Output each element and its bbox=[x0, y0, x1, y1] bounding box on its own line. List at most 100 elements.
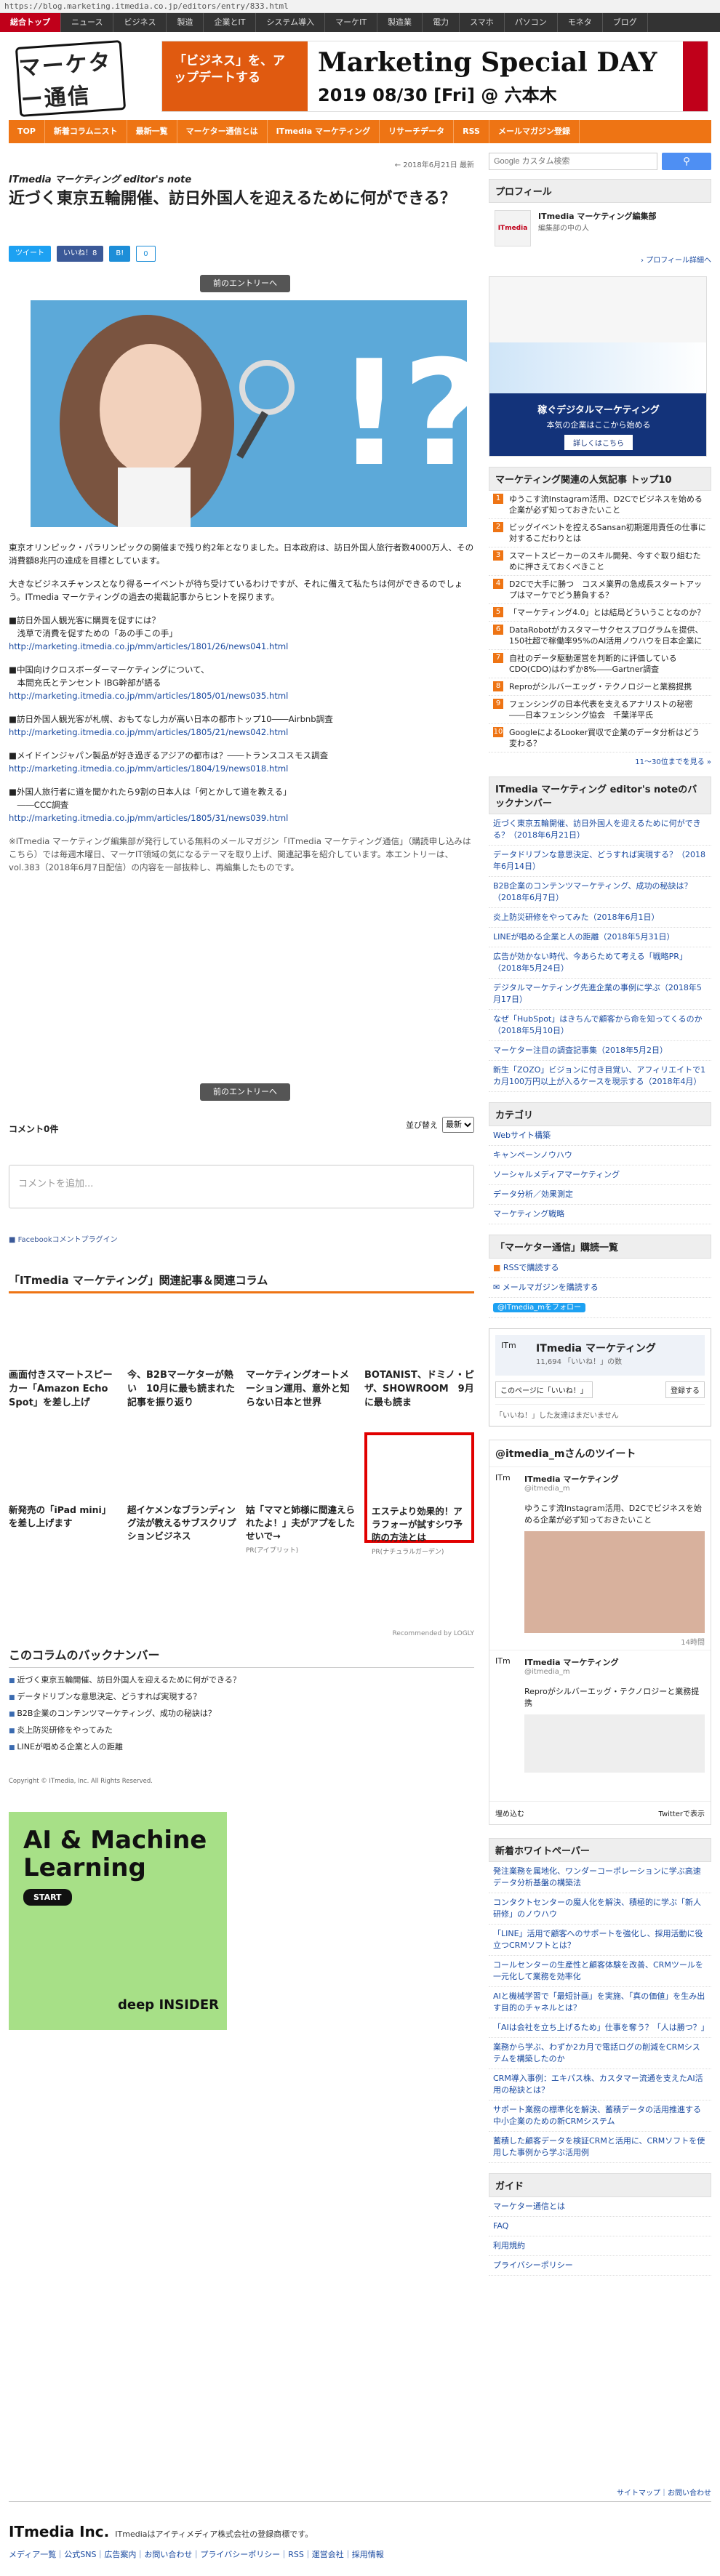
editor-note-item[interactable]: データドリブンな意思決定、どうすれば実現する？（2018年6月14日） bbox=[489, 846, 711, 877]
profile-more-link[interactable]: › プロフィール詳細へ bbox=[489, 254, 711, 265]
link-url[interactable]: http://marketing.itmedia.co.jp/mm/articl… bbox=[9, 727, 288, 737]
tw-name[interactable]: ITmedia マーケティング bbox=[524, 1473, 619, 1485]
guide-item[interactable]: 利用規約 bbox=[489, 2236, 711, 2256]
gnav-item[interactable]: 製造 bbox=[167, 13, 204, 32]
link-url[interactable]: http://marketing.itmedia.co.jp/mm/articl… bbox=[9, 813, 288, 823]
related-link[interactable]: ■中国向けクロスボーダーマーケティングについて、 本間充氏とテンセント IBG幹… bbox=[9, 663, 474, 702]
site-logo[interactable]: マーケター通信 bbox=[15, 40, 127, 117]
tw-handle[interactable]: @itmedia_m bbox=[524, 1485, 619, 1493]
nav-top[interactable]: TOP bbox=[9, 120, 45, 143]
editor-note-item[interactable]: デジタルマーケティング先進企業の事例に学ぶ（2018年5月17日） bbox=[489, 979, 711, 1010]
ai-ml-ad[interactable]: AI & Machine Learning START deep INSIDER bbox=[9, 1812, 227, 2030]
gnav-item[interactable]: ブログ bbox=[603, 13, 648, 32]
ranking-item[interactable]: 1 ゆうこす流Instagram活用、D2Cでビジネスを始める企業が必ず知っておき… bbox=[489, 491, 711, 519]
ranking-item[interactable]: 5 「マーケティング4.0」とは結局どういうことなのか？ bbox=[489, 604, 711, 622]
whitepaper-item[interactable]: 業務から学ぶ、わずか2カ月で電話ログの削減をCRMシステムを構築したのか bbox=[489, 2038, 711, 2069]
link-url[interactable]: http://marketing.itmedia.co.jp/mm/articl… bbox=[9, 763, 288, 774]
recommended-by[interactable]: Recommended by LOGLY bbox=[393, 1630, 474, 1637]
nav-latest[interactable]: 最新一覧 bbox=[127, 120, 177, 143]
backnumber-item[interactable]: 炎上防災研修をやってみた bbox=[9, 1722, 241, 1739]
related-link[interactable]: ■訪日外国人観光客に購買を促すには？ 浅草で消費を促すための「あの手この手」 ht… bbox=[9, 614, 474, 653]
related-card[interactable]: BOTANIST、ドミノ・ピザ、SHOWROOM 9月に最も読ま bbox=[364, 1368, 474, 1419]
link-url[interactable]: http://marketing.itmedia.co.jp/mm/articl… bbox=[9, 641, 288, 651]
category-item[interactable]: キャンペーンノウハウ bbox=[489, 1146, 711, 1165]
ranking-item[interactable]: 2 ビッグイベントを控えるSansan初期運用責任の仕事に対するこだわりとは bbox=[489, 519, 711, 547]
fb-page-avatar[interactable]: ITm bbox=[501, 1341, 530, 1370]
gnav-item[interactable]: 製造業 bbox=[377, 13, 423, 32]
tw-handle[interactable]: @itmedia_m bbox=[524, 1668, 619, 1676]
whitepaper-item[interactable]: コンタクトセンターの魔人化を解決、積極的に学ぶ「新人研修」のノウハウ bbox=[489, 1893, 711, 1925]
ranking-more-link[interactable]: 11～30位までを見る » bbox=[489, 755, 711, 766]
tweet-image[interactable] bbox=[524, 1714, 705, 1773]
tweet-image[interactable] bbox=[524, 1531, 705, 1633]
category-item[interactable]: Webサイト構築 bbox=[489, 1126, 711, 1146]
fb-page-name[interactable]: ITmedia マーケティング bbox=[536, 1341, 656, 1355]
header-banner-ad[interactable]: 「ビジネス」を、アップデートする Marketing Special DAY 2… bbox=[161, 41, 708, 112]
footer-logo[interactable]: ITmedia Inc. ITmediaはアイティメディア株式会社の登録商標です。 bbox=[9, 2523, 313, 2540]
tw-avatar[interactable]: ITm bbox=[495, 1473, 519, 1496]
gnav-item[interactable]: 電力 bbox=[423, 13, 460, 32]
related-link[interactable]: ■訪日外国人観光客が札幌、おもてなし力が高い日本の都市トップ10――Airbnb… bbox=[9, 713, 474, 739]
editor-note-item[interactable]: 新生「ZOZO」ビジョンに付き目覚い、アフィリエイトで1カ月100万円以上が入る… bbox=[489, 1061, 711, 1092]
backnumber-item[interactable]: データドリブンな意思決定、どうすれば実現する？ bbox=[9, 1689, 241, 1706]
link-url[interactable]: http://marketing.itmedia.co.jp/mm/articl… bbox=[9, 691, 288, 701]
category-item[interactable]: ソーシャルメディアマーケティング bbox=[489, 1165, 711, 1185]
address-bar[interactable]: https://blog.marketing.itmedia.co.jp/edi… bbox=[0, 0, 720, 13]
editor-note-item[interactable]: マーケター注目の調査記事集（2018年5月2日） bbox=[489, 1041, 711, 1061]
tw-avatar[interactable]: ITm bbox=[495, 1656, 519, 1680]
ranking-item[interactable]: 8 Reproがシルバーエッグ・テクノロジーと業務提携 bbox=[489, 678, 711, 696]
sidebar-ad[interactable]: 稼ぐデジタルマーケティング 本気の企業はここから始める 詳しくはこちら bbox=[489, 276, 707, 457]
comment-input[interactable]: コメントを追加... bbox=[9, 1165, 474, 1208]
next-entry-button[interactable]: 前のエントリーへ bbox=[200, 1083, 290, 1101]
ranking-item[interactable]: 10 GoogleによるLooker買収で企業のデータ分析はどう変わる？ bbox=[489, 724, 711, 753]
nav-about[interactable]: マーケター通信とは bbox=[177, 120, 268, 143]
sort-select[interactable]: 最新 bbox=[442, 1117, 474, 1133]
footer-top-links[interactable]: サイトマップ｜お問い合わせ bbox=[617, 2487, 711, 2497]
ranking-item[interactable]: 3 スマートスピーカーのスキル開発、今すぐ取り組むために押さえておくべきこと bbox=[489, 547, 711, 576]
ranking-item[interactable]: 6 DataRobotがカスタマーサクセスプログラムを提供、150社超で稼働率95… bbox=[489, 622, 711, 650]
ranking-item[interactable]: 7 自社のデータ駆動運営を判断的に評価しているCDO(CDO)はわずか8%――Ga… bbox=[489, 650, 711, 678]
tw-name[interactable]: ITmedia マーケティング bbox=[524, 1656, 619, 1668]
fb-like-page-button[interactable]: このページに「いいね！」 bbox=[495, 1381, 593, 1398]
mailmag-link[interactable]: ✉ メールマガジンを購読する bbox=[489, 1278, 711, 1298]
fb-comment-plugin[interactable]: ■ Facebookコメントプラグイン bbox=[9, 1233, 118, 1244]
nav-itmedia-marketing[interactable]: ITmedia マーケティング bbox=[268, 120, 380, 143]
gnav-item[interactable]: システム導入 bbox=[256, 13, 326, 32]
guide-item[interactable]: マーケター通信とは bbox=[489, 2197, 711, 2217]
nav-mailmag[interactable]: メールマガジン登録 bbox=[489, 120, 580, 143]
editor-note-item[interactable]: なぜ「HubSpot」はきちんで顧客から命を知ってくるのか（2018年5月10日… bbox=[489, 1010, 711, 1041]
related-card[interactable]: マーケティングオートメーション運用、意外と知らない日本と世界 bbox=[246, 1368, 356, 1419]
backnumber-item[interactable]: 近づく東京五輪開催、訪日外国人を迎えるために何ができる？ bbox=[9, 1672, 240, 1689]
gnav-item[interactable]: パソコン bbox=[505, 13, 558, 32]
whitepaper-item[interactable]: 「AIは会社を立ち上げるため」仕事を奪う？「人は勝つ？」 bbox=[489, 2018, 711, 2038]
gnav-item[interactable]: モネタ bbox=[558, 13, 603, 32]
entry-date[interactable]: ← 2018年6月21日 最新 bbox=[395, 159, 474, 169]
follow-button[interactable]: @ITmedia_mをフォロー bbox=[489, 1298, 711, 1318]
whitepaper-item[interactable]: 発注業務を属地化、ワンダーコーポレーションに学ぶ高速データ分析基盤の構築法 bbox=[489, 1862, 711, 1893]
backnumber-item[interactable]: B2B企業のコンテンツマーケティング、成功の秘訣は？ bbox=[9, 1706, 241, 1722]
gnav-item[interactable]: 総合トップ bbox=[0, 13, 61, 32]
whitepaper-item[interactable]: サポート業務の標準化を解決、蓄積データの活用推進する中小企業のための新CRMシス… bbox=[489, 2100, 711, 2132]
editor-note-item[interactable]: 炎上防災研修をやってみた（2018年6月1日） bbox=[489, 908, 711, 928]
related-link[interactable]: ■外国人旅行者に道を聞かれたら9割の日本人は「何とかして道を教える」 ――CCC… bbox=[9, 785, 474, 824]
gnav-item[interactable]: マーケIT bbox=[325, 13, 378, 32]
guide-item[interactable]: プライバシーポリシー bbox=[489, 2256, 711, 2276]
ad-cta-button[interactable]: 詳しくはこちら bbox=[564, 435, 633, 450]
profile-name[interactable]: ITmedia マーケティング編集部 bbox=[538, 210, 657, 222]
gnav-item[interactable]: 企業とIT bbox=[204, 13, 257, 32]
like-button[interactable]: いいね！8 bbox=[57, 246, 104, 262]
series-title[interactable]: ITmedia マーケティング editor's note bbox=[9, 172, 191, 185]
nav-rss[interactable]: RSS bbox=[454, 120, 489, 143]
category-item[interactable]: マーケティング戦略 bbox=[489, 1205, 711, 1224]
search-input[interactable] bbox=[489, 153, 657, 170]
whitepaper-item[interactable]: コールセンターの生産性と顧客体験を改善、CRMツールを一元化して業務を効率化 bbox=[489, 1956, 711, 1987]
ad-start-button[interactable]: START bbox=[23, 1889, 72, 1906]
category-item[interactable]: データ分析／効果測定 bbox=[489, 1185, 711, 1205]
gnav-item[interactable]: スマホ bbox=[460, 13, 505, 32]
related-card[interactable]: 今、B2Bマーケターが熱い 10月に最も読まれた記事を振り返り bbox=[127, 1368, 237, 1419]
footer-links[interactable]: メディア一覧｜公式SNS｜広告案内｜お問い合わせ｜プライバシーポリシー｜RSS｜… bbox=[0, 2548, 720, 2560]
whitepaper-item[interactable]: 蓄積した顧客データを検証CRMと活用に、CRMソフトを使用した事例から学ぶ活用例 bbox=[489, 2132, 711, 2163]
gnav-item[interactable]: ビジネス bbox=[113, 13, 167, 32]
editor-note-item[interactable]: B2B企業のコンテンツマーケティング、成功の秘訣は？（2018年6月7日） bbox=[489, 877, 711, 908]
rss-link[interactable]: ■ RSSで購読する bbox=[489, 1259, 711, 1278]
